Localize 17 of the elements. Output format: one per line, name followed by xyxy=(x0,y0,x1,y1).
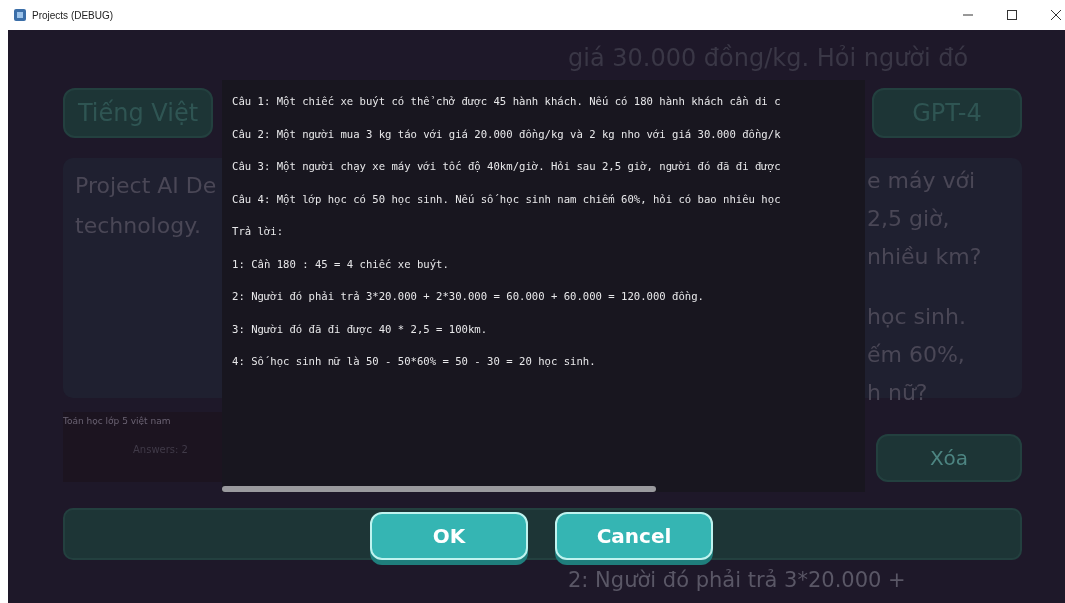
text-line: 1: Cần 180 : 45 = 4 chiếc xe buýt. xyxy=(232,256,450,272)
text-line: Câu 2: Một người mua 3 kg táo với giá 20.000 đồng/kg và 2 kg nho với giá 30.000 đồng/k xyxy=(232,126,782,142)
window-title: Projects (DEBUG) xyxy=(32,9,114,21)
app-icon xyxy=(14,9,26,21)
text-line: Câu 4: Một lớp học có 50 học sinh. Nếu số học sinh nam chiếm 60%, hỏi có bao nhiêu học xyxy=(232,191,782,207)
text-line: Câu 1: Một chiếc xe buýt có thể chở được 45 hành khách. Nếu có 180 hành khách cần di c xyxy=(232,94,782,109)
delete-button[interactable]: Xóa xyxy=(876,434,1022,482)
close-icon[interactable] xyxy=(1051,10,1061,20)
text-line: Câu 3: Một người chạy xe máy với tốc độ 40km/giờ. Hỏi sau 2,5 giờ, người đó đã đi được xyxy=(232,159,782,174)
text-line: 4: Số học sinh nữ là 50 - 50*60% = 50 - 30 = 20 học sinh. xyxy=(232,354,597,369)
project-name: Toán học lớp 5 việt nam xyxy=(63,416,172,426)
scrollbar-thumb[interactable] xyxy=(222,486,656,492)
answer-text: 2: Người đó phải trả 3*20.000 + xyxy=(568,568,906,592)
text-line: 2: Người đó phải trả 3*20.000 + 2*30.000 = 60.000 + 60.000 = 120.000 đồng. xyxy=(232,289,705,304)
text-line: Trả lời: xyxy=(232,224,285,239)
maximize-icon[interactable] xyxy=(1007,10,1017,20)
text-line: 3: Người đó đã đi được 40 * 2,5 = 100km. xyxy=(232,321,489,337)
